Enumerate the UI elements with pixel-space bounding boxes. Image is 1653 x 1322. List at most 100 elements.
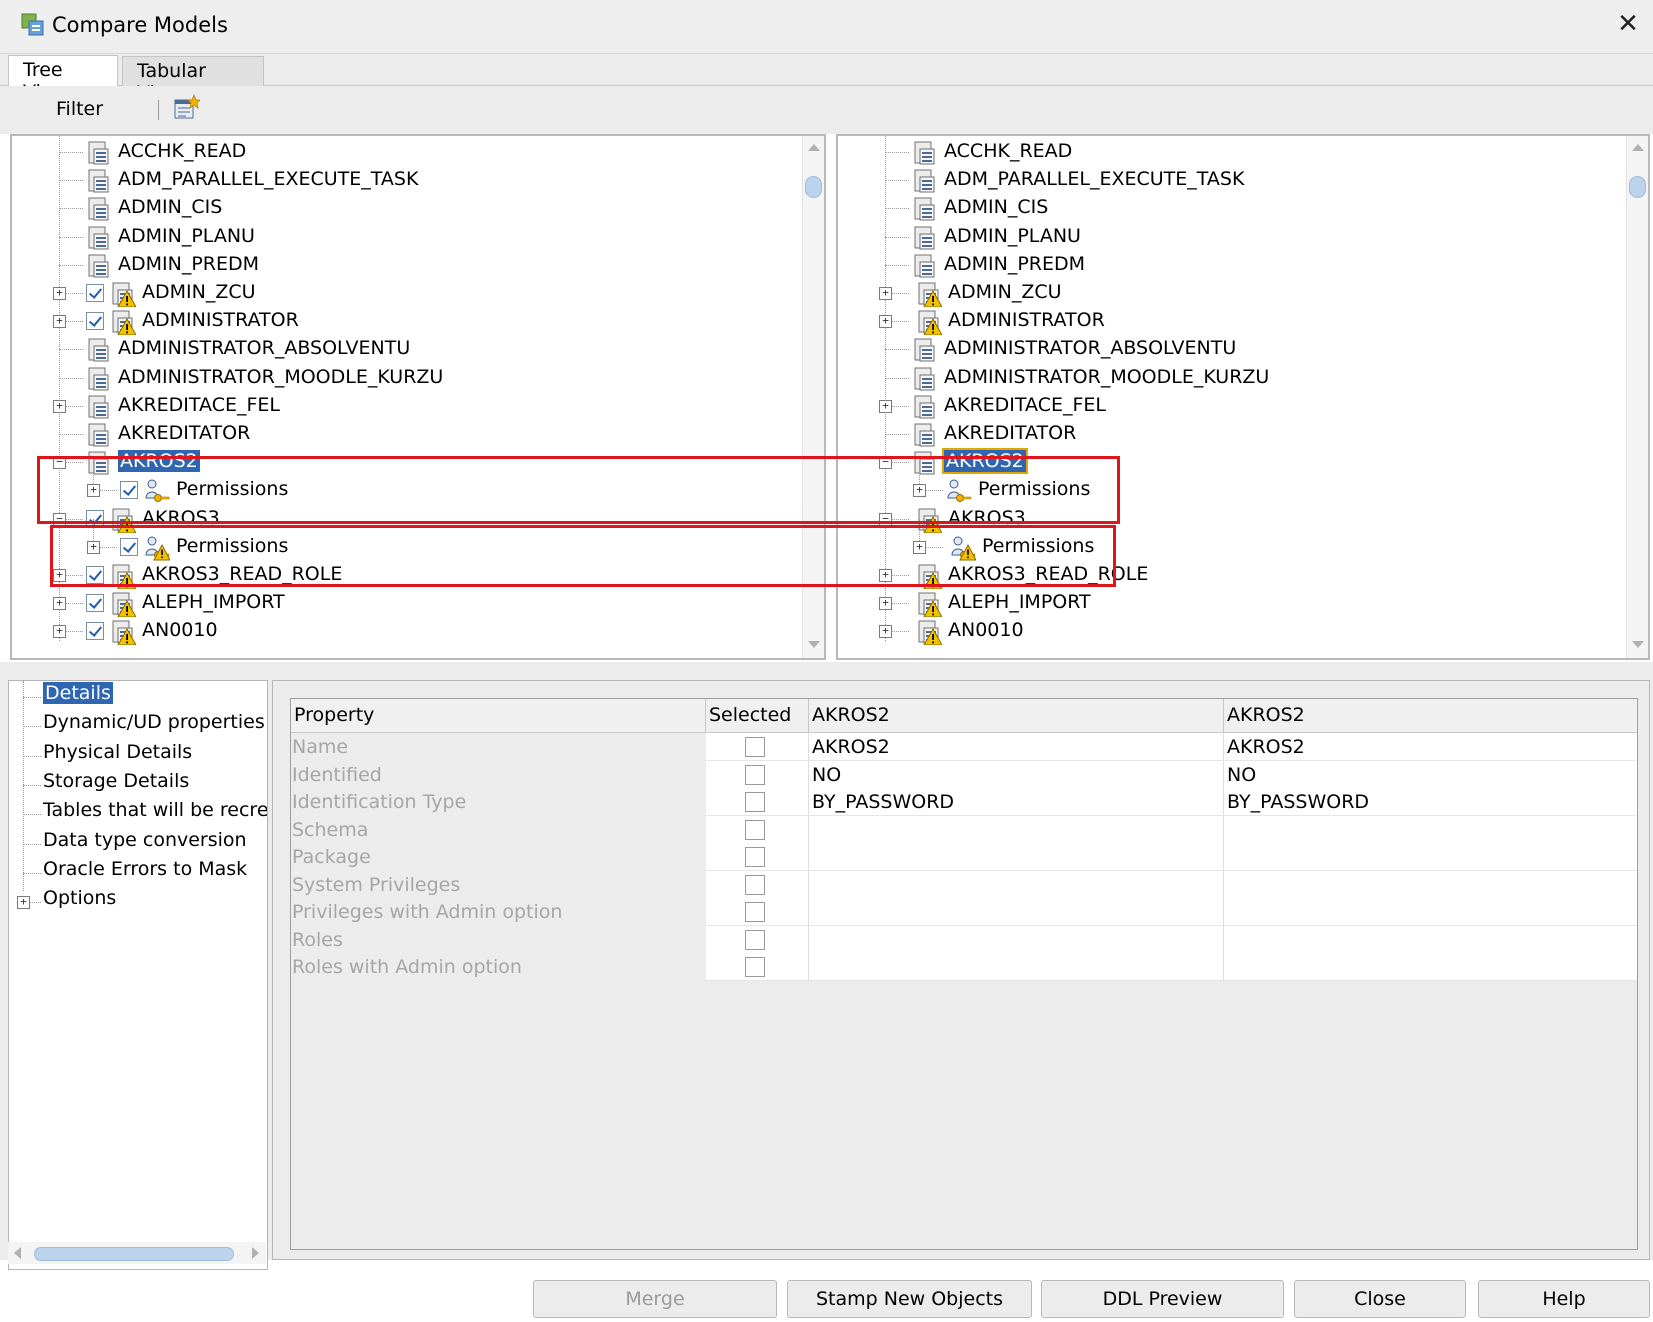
include-checkbox[interactable]: [86, 594, 104, 613]
tree-node[interactable]: ADMINISTRATOR_ABSOLVENTU: [838, 335, 1618, 365]
close-button[interactable]: Close: [1294, 1280, 1466, 1318]
tree-expander-icon[interactable]: +: [53, 399, 66, 413]
tree-node[interactable]: ADMIN_CIS: [838, 194, 1618, 224]
tree-node-label[interactable]: ADMINISTRATOR: [142, 309, 299, 331]
scroll-down-icon[interactable]: [1632, 641, 1644, 648]
help-button[interactable]: Help: [1478, 1280, 1650, 1318]
tree-expander-icon[interactable]: +: [879, 597, 892, 611]
tree-node[interactable]: ADMINISTRATOR_ABSOLVENTU: [12, 335, 792, 365]
tree-expander-icon[interactable]: +: [879, 399, 892, 413]
tree-node-label[interactable]: ADMIN_PREDM: [118, 253, 259, 275]
column-header-property[interactable]: Property: [291, 699, 706, 733]
scroll-down-icon[interactable]: [808, 641, 820, 648]
select-checkbox[interactable]: [745, 792, 765, 812]
properties-grid[interactable]: Property Selected AKROS2 AKROS2 Name AKRO…: [290, 698, 1638, 1250]
tree-node[interactable]: + ADMINISTRATOR: [838, 307, 1618, 337]
tree-node-label[interactable]: AKREDITACE_FEL: [944, 394, 1106, 416]
tree-expander-icon[interactable]: +: [53, 287, 66, 300]
tree-node-label[interactable]: ADMIN_PREDM: [944, 253, 1085, 275]
tree-node-label[interactable]: AKREDITATOR: [944, 422, 1076, 444]
navigator-horizontal-scrollbar[interactable]: [8, 1242, 266, 1264]
stamp-new-objects-button[interactable]: Stamp New Objects: [787, 1280, 1032, 1318]
select-checkbox[interactable]: [745, 874, 765, 895]
tree-node[interactable]: ADMINISTRATOR_MOODLE_KURZU: [12, 364, 792, 394]
close-icon[interactable]: ✕: [1612, 8, 1644, 40]
include-checkbox[interactable]: [86, 284, 104, 302]
ddl-preview-button[interactable]: DDL Preview: [1041, 1280, 1284, 1318]
tree-node[interactable]: + ADMINISTRATOR: [12, 307, 792, 337]
tree-node-label[interactable]: ADM_PARALLEL_EXECUTE_TASK: [118, 168, 418, 190]
merge-button[interactable]: Merge: [533, 1280, 777, 1318]
tree-node[interactable]: ADMIN_PLANU: [12, 223, 792, 253]
tree-node[interactable]: ADMIN_CIS: [12, 194, 792, 224]
tree-node-label[interactable]: ALEPH_IMPORT: [948, 591, 1091, 613]
tree-node-label[interactable]: AN0010: [948, 619, 1024, 641]
tree-node[interactable]: + ALEPH_IMPORT: [838, 589, 1618, 619]
nav-item[interactable]: Storage Details: [43, 770, 189, 792]
tree-node[interactable]: + AN0010: [838, 617, 1618, 647]
tree-expander-icon[interactable]: +: [879, 315, 892, 329]
tree-node[interactable]: AKREDITATOR: [838, 420, 1618, 450]
tree-node-label[interactable]: ADMINISTRATOR_MOODLE_KURZU: [944, 366, 1269, 388]
left-tree-scroll-thumb[interactable]: [805, 176, 822, 198]
nav-item[interactable]: Options: [43, 887, 116, 909]
nav-item[interactable]: Details: [43, 682, 113, 704]
tree-node[interactable]: ADM_PARALLEL_EXECUTE_TASK: [838, 166, 1618, 196]
tree-node-label[interactable]: ADMIN_CIS: [118, 196, 222, 218]
scroll-left-icon[interactable]: [14, 1247, 21, 1259]
tree-node-label[interactable]: AKREDITATOR: [118, 422, 250, 444]
include-checkbox[interactable]: [86, 622, 104, 641]
tree-node[interactable]: ADMIN_PLANU: [838, 223, 1618, 253]
tree-node-label[interactable]: AKREDITACE_FEL: [118, 394, 280, 416]
select-checkbox[interactable]: [745, 902, 765, 922]
include-checkbox[interactable]: [86, 312, 104, 331]
navigator-scroll-thumb[interactable]: [34, 1247, 234, 1261]
tree-expander-icon[interactable]: +: [53, 315, 66, 329]
tree-node-label[interactable]: ACCHK_READ: [118, 140, 246, 162]
scroll-up-icon[interactable]: [1632, 144, 1644, 151]
tab-tree-view[interactable]: Tree View: [8, 55, 118, 103]
select-checkbox[interactable]: [745, 957, 765, 977]
select-checkbox[interactable]: [745, 929, 765, 950]
tree-node-label[interactable]: ADMIN_PLANU: [944, 225, 1081, 247]
tree-node[interactable]: ACCHK_READ: [12, 138, 792, 168]
nav-item[interactable]: Dynamic/UD properties: [43, 711, 265, 733]
tree-node-label[interactable]: ALEPH_IMPORT: [142, 591, 285, 613]
scroll-up-icon[interactable]: [808, 144, 820, 151]
tree-node-label[interactable]: ACCHK_READ: [944, 140, 1072, 162]
tree-node[interactable]: + ALEPH_IMPORT: [12, 589, 792, 619]
tab-tabular-view[interactable]: Tabular View: [122, 56, 264, 104]
tree-node[interactable]: + ADMIN_ZCU: [838, 279, 1618, 309]
tree-node[interactable]: + AKREDITACE_FEL: [838, 392, 1618, 422]
tree-node-label[interactable]: ADM_PARALLEL_EXECUTE_TASK: [944, 168, 1244, 190]
tree-node[interactable]: ACCHK_READ: [838, 138, 1618, 168]
details-navigator[interactable]: Details Dynamic/UD properties Physical Det…: [8, 680, 268, 1270]
tree-node-label[interactable]: ADMINISTRATOR_MOODLE_KURZU: [118, 366, 443, 388]
tree-node[interactable]: ADM_PARALLEL_EXECUTE_TASK: [12, 166, 792, 196]
select-checkbox[interactable]: [745, 847, 765, 867]
column-header-selected[interactable]: Selected: [706, 699, 809, 733]
tree-node[interactable]: ADMIN_PREDM: [12, 251, 792, 281]
select-checkbox[interactable]: [745, 819, 765, 840]
nav-item[interactable]: Physical Details: [43, 741, 192, 763]
tree-expander-icon[interactable]: +: [53, 597, 66, 611]
nav-item[interactable]: Tables that will be recreated: [43, 799, 267, 821]
right-tree-scrollbar[interactable]: [1626, 136, 1648, 658]
tree-node-label[interactable]: ADMINISTRATOR_ABSOLVENTU: [944, 337, 1236, 359]
tree-node[interactable]: + AN0010: [12, 617, 792, 647]
tree-node[interactable]: AKREDITATOR: [12, 420, 792, 450]
select-checkbox[interactable]: [745, 737, 765, 757]
tree-node-label[interactable]: ADMIN_CIS: [944, 196, 1048, 218]
tree-node[interactable]: + ADMIN_ZCU: [12, 279, 792, 309]
column-header-left-model[interactable]: AKROS2: [809, 699, 1224, 733]
tree-expander-icon[interactable]: +: [879, 287, 892, 300]
tree-node[interactable]: ADMIN_PREDM: [838, 251, 1618, 281]
scroll-right-icon[interactable]: [252, 1247, 259, 1259]
select-checkbox[interactable]: [745, 764, 765, 785]
filter-settings-icon[interactable]: [172, 94, 200, 122]
tree-node[interactable]: + AKREDITACE_FEL: [12, 392, 792, 422]
tree-node-label[interactable]: AN0010: [142, 619, 218, 641]
tree-node-label[interactable]: ADMINISTRATOR: [948, 309, 1105, 331]
tree-expander-icon[interactable]: +: [53, 625, 66, 639]
tree-node[interactable]: ADMINISTRATOR_MOODLE_KURZU: [838, 364, 1618, 394]
